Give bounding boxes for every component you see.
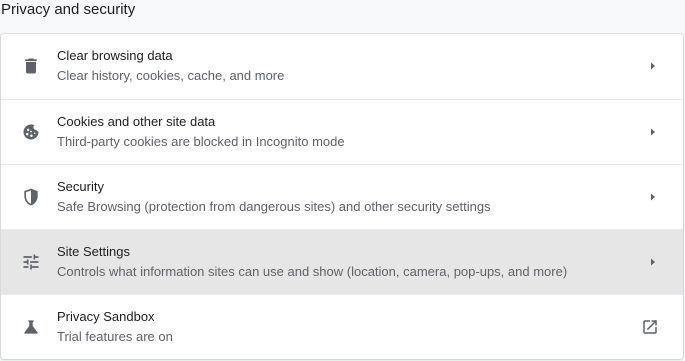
row-subtitle: Controls what information sites can use … [57, 264, 568, 279]
privacy-sandbox-row[interactable]: Privacy Sandbox Trial features are on [1, 294, 683, 359]
section-title: Privacy and security [1, 1, 136, 18]
row-title: Clear browsing data [57, 48, 173, 63]
site-settings-row[interactable]: Site Settings Controls what information … [1, 229, 683, 294]
row-title: Privacy Sandbox [57, 309, 155, 324]
cookie-icon [21, 122, 41, 142]
open-in-new-icon[interactable] [641, 318, 659, 336]
chevron-right-icon[interactable] [645, 189, 661, 205]
chevron-right-icon[interactable] [645, 254, 661, 270]
row-subtitle: Third-party cookies are blocked in Incog… [57, 134, 345, 149]
row-subtitle: Trial features are on [57, 329, 173, 344]
trash-icon [21, 56, 41, 76]
row-title: Security [57, 179, 104, 194]
row-subtitle: Safe Browsing (protection from dangerous… [57, 199, 491, 214]
privacy-security-card: Clear browsing data Clear history, cooki… [1, 34, 683, 359]
row-subtitle: Clear history, cookies, cache, and more [57, 68, 285, 83]
chevron-right-icon[interactable] [645, 58, 661, 74]
shield-icon [21, 187, 41, 207]
tune-sliders-icon [21, 252, 41, 272]
cookies-row[interactable]: Cookies and other site data Third-party … [1, 99, 683, 164]
security-row[interactable]: Security Safe Browsing (protection from … [1, 164, 683, 229]
chevron-right-icon[interactable] [645, 124, 661, 140]
flask-icon [21, 317, 41, 337]
row-title: Site Settings [57, 244, 130, 259]
clear-browsing-data-row[interactable]: Clear browsing data Clear history, cooki… [1, 34, 683, 99]
row-title: Cookies and other site data [57, 114, 216, 129]
